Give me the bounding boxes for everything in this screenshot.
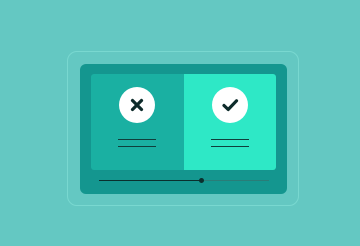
progress-fill: [99, 180, 201, 181]
progress-knob[interactable]: [199, 178, 204, 183]
reject-text-line: [118, 146, 157, 147]
close-icon: [131, 98, 144, 112]
accept-text-line: [210, 139, 249, 140]
reject-icon-circle[interactable]: [119, 87, 156, 123]
accept-option-card[interactable]: [183, 74, 276, 170]
accept-text-line: [210, 146, 249, 147]
checkmark-icon: [222, 99, 238, 112]
reject-text-line: [118, 139, 157, 140]
choice-screen: [91, 74, 276, 170]
accept-icon-circle[interactable]: [211, 87, 248, 123]
reject-option-card[interactable]: [91, 74, 184, 170]
progress-slider[interactable]: [99, 178, 269, 183]
